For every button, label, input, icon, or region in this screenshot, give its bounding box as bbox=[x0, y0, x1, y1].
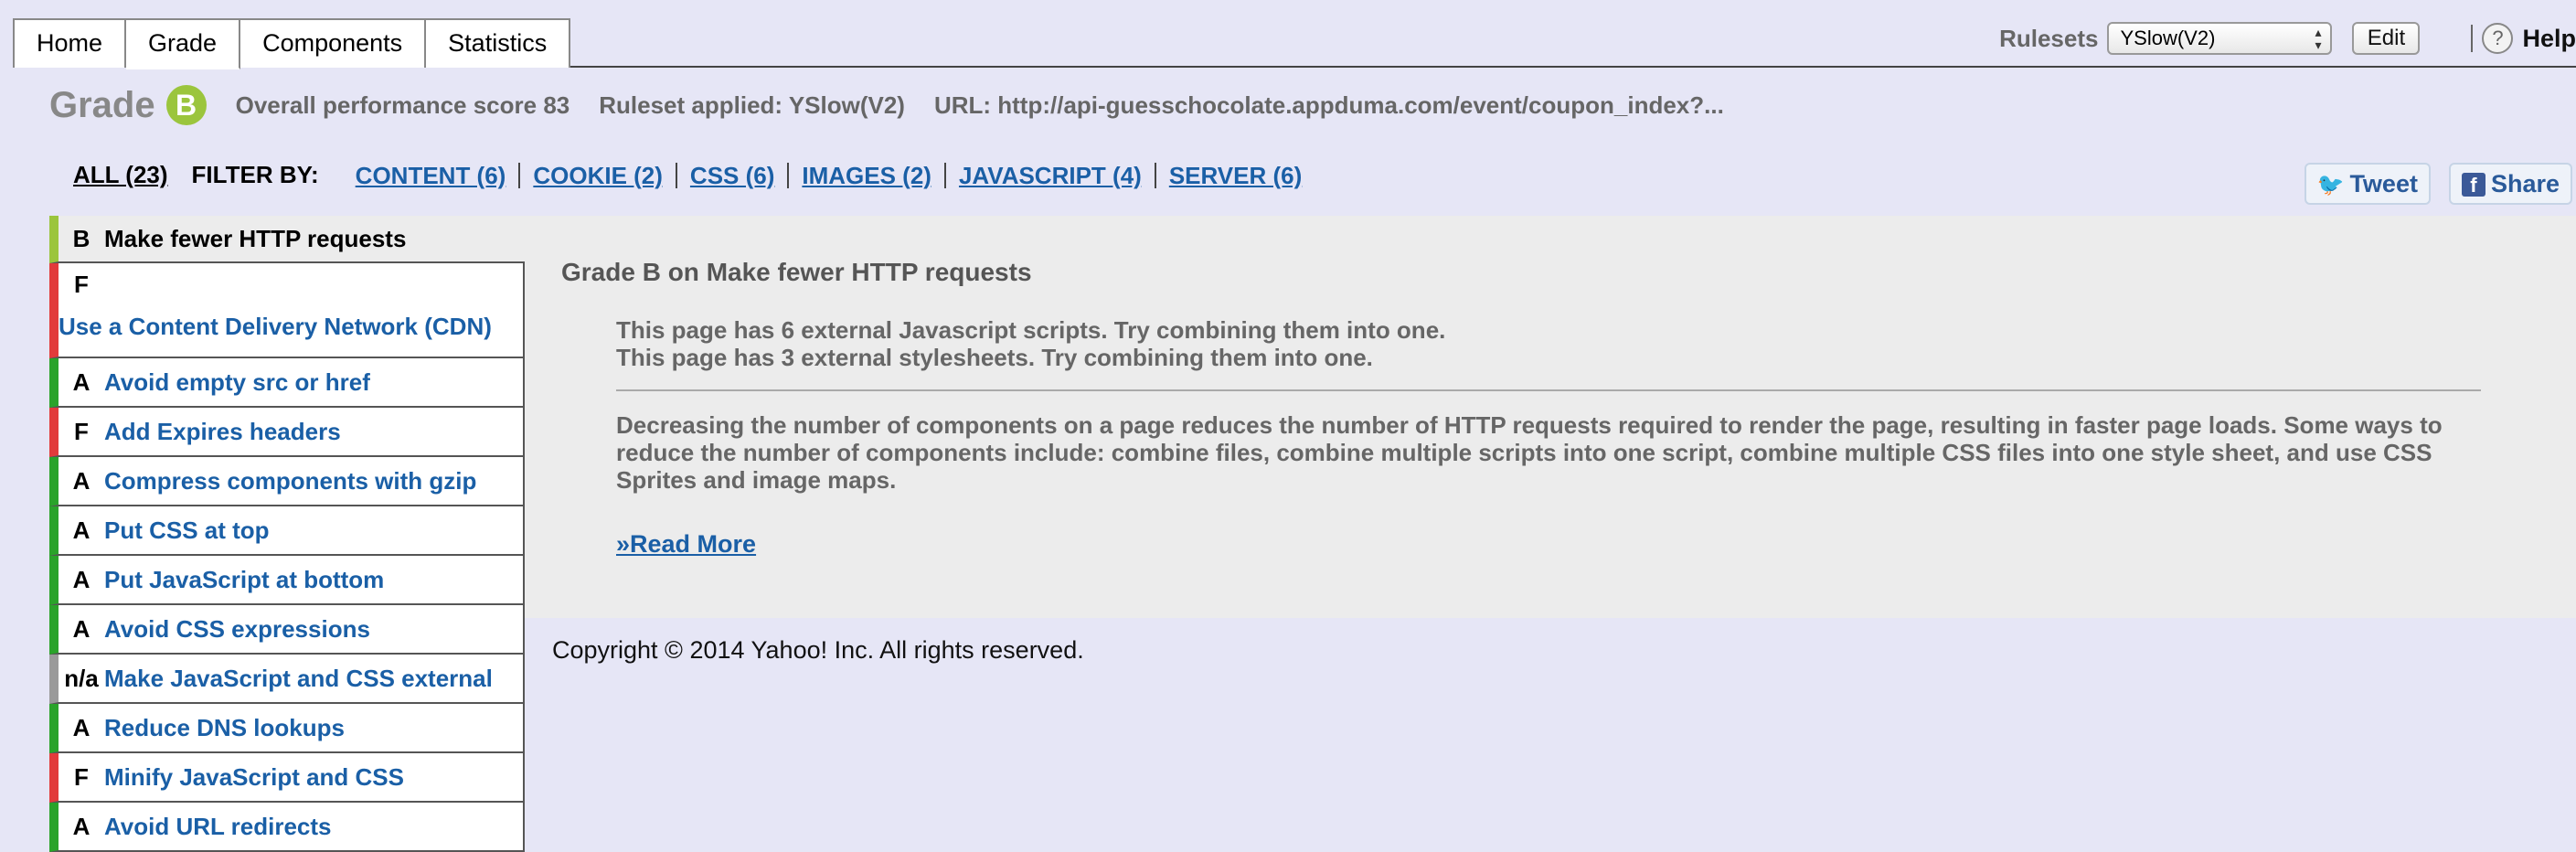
rule-label: Use a Content Delivery Network (CDN) bbox=[59, 313, 492, 340]
rule-label: Put JavaScript at bottom bbox=[104, 565, 385, 593]
facebook-share-button[interactable]: f Share bbox=[2448, 163, 2572, 205]
filter-content[interactable]: CONTENT (6) bbox=[343, 162, 521, 188]
rule-item-gzip[interactable]: A Compress components with gzip bbox=[49, 457, 525, 506]
detail-message: This page has 6 external Javascript scri… bbox=[616, 316, 1446, 344]
filter-server[interactable]: SERVER (6) bbox=[1156, 163, 1315, 188]
tab-statistics-label: Statistics bbox=[448, 29, 548, 57]
filter-bar: ALL (23) FILTER BY: CONTENT (6) COOKIE (… bbox=[73, 161, 1315, 189]
tab-grade-label: Grade bbox=[148, 29, 218, 57]
rule-label: Make fewer HTTP requests bbox=[104, 224, 407, 252]
share-buttons: 🐦 Tweet f Share bbox=[2286, 163, 2572, 205]
rule-item-js-bottom[interactable]: A Put JavaScript at bottom bbox=[49, 556, 525, 605]
detail-title: Grade B on Make fewer HTTP requests bbox=[561, 258, 1032, 286]
rule-item-use-cdn[interactable]: F Use a Content Delivery Network (CDN) bbox=[49, 263, 525, 358]
detail-description: Decreasing the number of components on a… bbox=[616, 411, 2443, 494]
top-nav: Home Grade Components Statistics Ruleset… bbox=[13, 0, 2576, 69]
filter-images[interactable]: IMAGES (2) bbox=[789, 162, 946, 188]
overall-score: Overall performance score 83 bbox=[235, 91, 570, 119]
grade-summary: Grade B Overall performance score 83 Rul… bbox=[49, 82, 1724, 128]
tweet-label: Tweet bbox=[2349, 170, 2418, 197]
rule-grade: A bbox=[72, 713, 90, 741]
help-link[interactable]: Help bbox=[2522, 25, 2576, 53]
detail-messages: This page has 6 external Javascript scri… bbox=[616, 316, 1445, 371]
tweet-button[interactable]: 🐦 Tweet bbox=[2304, 163, 2431, 205]
rule-label: Avoid empty src or href bbox=[104, 367, 370, 396]
tab-grade[interactable]: Grade bbox=[126, 18, 241, 69]
rule-item-dns-lookups[interactable]: A Reduce DNS lookups bbox=[49, 704, 525, 753]
ruleset-applied: Ruleset applied: YSlow(V2) bbox=[599, 91, 905, 119]
rule-item-minify[interactable]: F Minify JavaScript and CSS bbox=[49, 753, 525, 803]
rule-grade: A bbox=[72, 367, 90, 396]
rule-grade: A bbox=[72, 812, 90, 840]
tab-home[interactable]: Home bbox=[13, 18, 127, 68]
rule-item-make-fewer-http-requests[interactable]: B Make fewer HTTP requests bbox=[49, 216, 525, 263]
grade-heading: Grade bbox=[49, 84, 155, 125]
help-icon[interactable]: ? bbox=[2482, 23, 2514, 54]
rule-label: Put CSS at top bbox=[104, 516, 270, 544]
copyright-footer: Copyright © 2014 Yahoo! Inc. All rights … bbox=[552, 636, 1084, 664]
rule-grade: F bbox=[74, 762, 89, 791]
rule-grade: A bbox=[72, 466, 90, 495]
rule-label: Compress components with gzip bbox=[104, 466, 477, 495]
tab-home-label: Home bbox=[37, 29, 103, 57]
rule-item-url-redirects[interactable]: A Avoid URL redirects bbox=[49, 803, 525, 852]
ruleset-selected-value: YSlow(V2) bbox=[2120, 27, 2216, 49]
rule-grade: B bbox=[72, 224, 90, 252]
twitter-bird-icon: 🐦 bbox=[2316, 173, 2345, 197]
rule-grade: F bbox=[74, 417, 89, 445]
rulesets-label: Rulesets bbox=[1999, 24, 2099, 52]
facebook-icon: f bbox=[2461, 173, 2486, 197]
filter-cookie[interactable]: COOKIE (2) bbox=[520, 162, 677, 188]
rule-label: Add Expires headers bbox=[104, 417, 341, 445]
rule-item-avoid-empty-src[interactable]: A Avoid empty src or href bbox=[49, 358, 525, 408]
filter-all[interactable]: ALL (23) bbox=[73, 161, 168, 189]
read-more-link[interactable]: »Read More bbox=[616, 530, 756, 559]
divider bbox=[2471, 25, 2474, 52]
rule-grade: n/a bbox=[64, 664, 99, 692]
detail-message: This page has 3 external stylesheets. Tr… bbox=[616, 344, 1373, 371]
grade-badge: B bbox=[165, 85, 207, 125]
tab-bar: Home Grade Components Statistics bbox=[13, 18, 571, 69]
rule-label: Reduce DNS lookups bbox=[104, 713, 345, 741]
rule-item-expires-headers[interactable]: F Add Expires headers bbox=[49, 408, 525, 457]
filter-css[interactable]: CSS (6) bbox=[677, 162, 790, 188]
ruleset-controls: Rulesets YSlow(V2) ▴ ▾ Edit ? Help bbox=[1999, 20, 2576, 57]
rule-label: Make JavaScript and CSS external bbox=[104, 664, 493, 692]
page-url: URL: http://api-guesschocolate.appduma.c… bbox=[933, 91, 1724, 119]
rule-grade: A bbox=[72, 565, 90, 593]
tab-statistics[interactable]: Statistics bbox=[426, 18, 571, 68]
divider bbox=[616, 389, 2481, 391]
filter-by-label: FILTER BY: bbox=[191, 161, 319, 188]
rule-item-css-top[interactable]: A Put CSS at top bbox=[49, 506, 525, 556]
select-arrows-icon: ▴ ▾ bbox=[2315, 25, 2322, 52]
rule-list: B Make fewer HTTP requests F Use a Conte… bbox=[49, 216, 525, 852]
filter-javascript[interactable]: JAVASCRIPT (4) bbox=[946, 162, 1156, 188]
rule-grade: F bbox=[74, 271, 89, 298]
rule-grade: A bbox=[72, 516, 90, 544]
rule-item-external-js-css[interactable]: n/a Make JavaScript and CSS external bbox=[49, 655, 525, 704]
share-label: Share bbox=[2490, 170, 2560, 197]
edit-button[interactable]: Edit bbox=[2352, 22, 2421, 55]
rule-label: Avoid URL redirects bbox=[104, 812, 332, 840]
rule-grade: A bbox=[72, 614, 90, 643]
ruleset-select[interactable]: YSlow(V2) ▴ ▾ bbox=[2107, 22, 2333, 55]
tab-components-label: Components bbox=[262, 29, 403, 57]
rule-label: Minify JavaScript and CSS bbox=[104, 762, 404, 791]
rule-detail-panel: Grade B on Make fewer HTTP requests This… bbox=[525, 216, 2576, 618]
rule-label: Avoid CSS expressions bbox=[104, 614, 370, 643]
rule-item-css-expressions[interactable]: A Avoid CSS expressions bbox=[49, 605, 525, 655]
tab-components[interactable]: Components bbox=[240, 18, 427, 68]
